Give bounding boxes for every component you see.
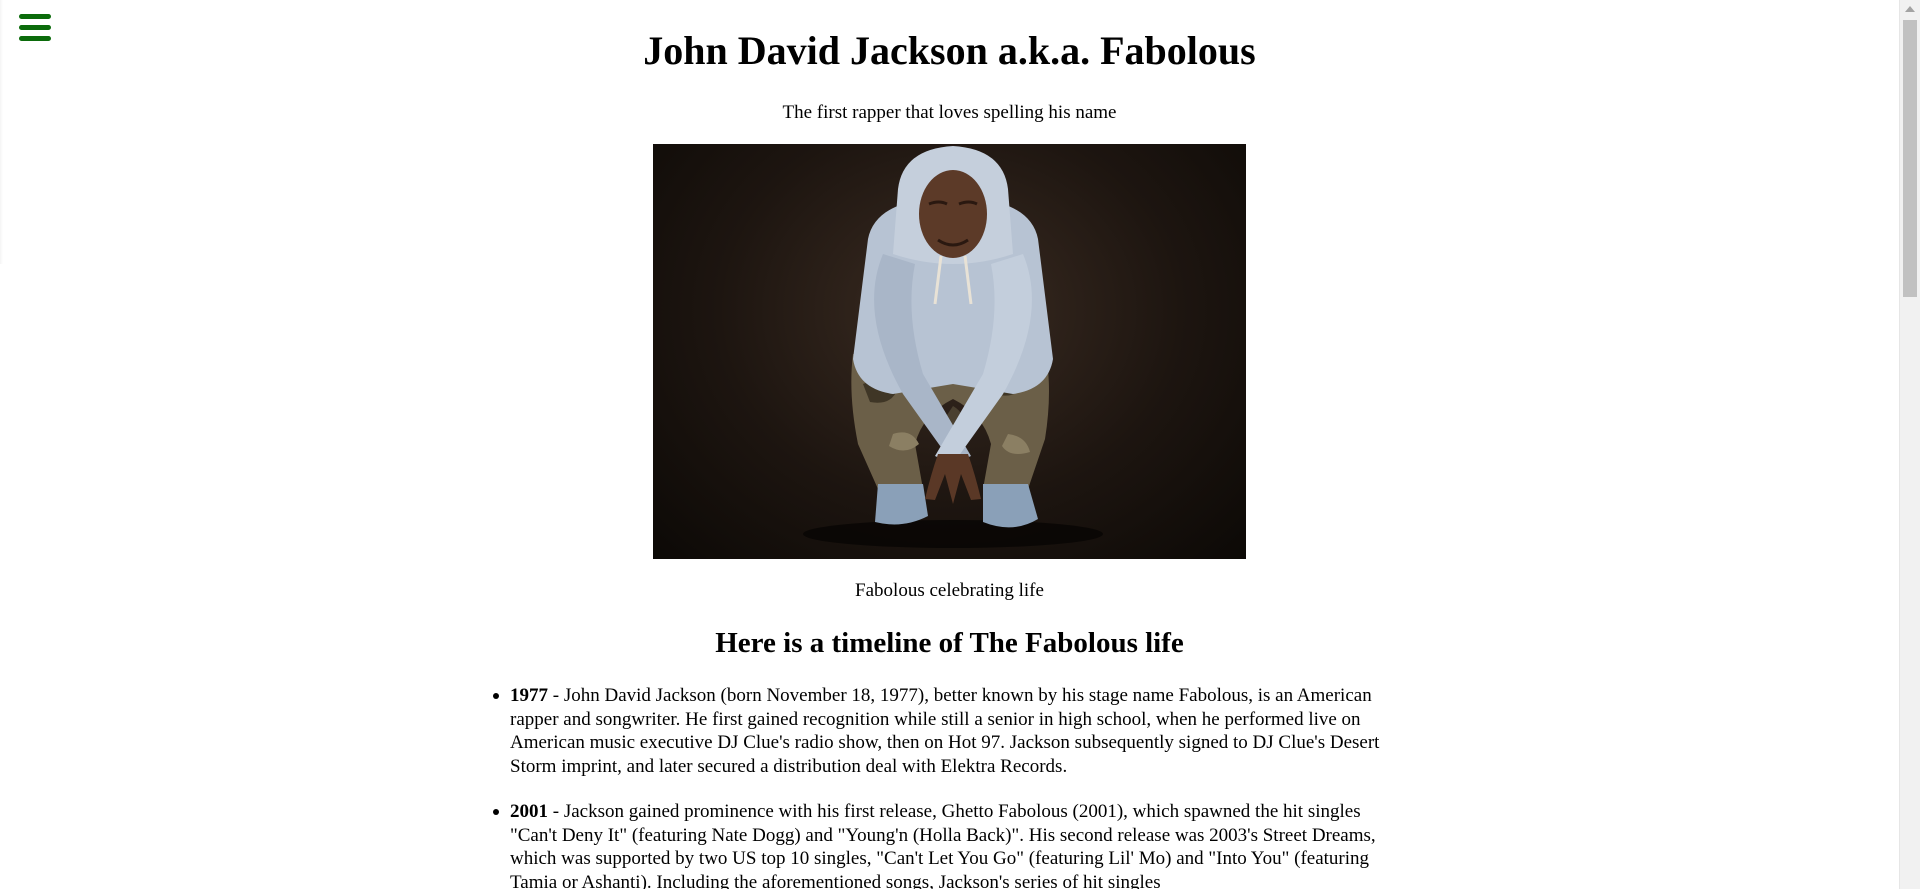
rapper-photo-illustration [803,146,1103,548]
timeline-year: 2001 [510,801,548,822]
timeline-heading: Here is a timeline of The Fabolous life [715,627,1184,659]
list-item: 1977 - John David Jackson (born November… [493,684,1390,778]
tagline: The first rapper that loves spelling his… [782,102,1117,123]
list-item: 2001 - Jackson gained prominence with hi… [493,800,1390,889]
timeline-text: - John David Jackson (born November 18, … [510,685,1380,777]
timeline-list: 1977 - John David Jackson (born November… [493,684,1390,889]
image-caption: Fabolous celebrating life [855,580,1044,601]
page: John David Jackson a.k.a. Fabolous The f… [0,0,1920,889]
timeline-text: - Jackson gained prominence with his fir… [510,801,1376,889]
scrollbar-thumb[interactable] [1903,20,1917,297]
timeline-year: 1977 [510,685,548,706]
page-title: John David Jackson a.k.a. Fabolous [643,28,1256,73]
vertical-scrollbar[interactable] [1899,0,1920,889]
menu-bar [19,14,51,19]
scroll-up-arrow-icon[interactable] [1905,6,1915,12]
tribute-image [653,144,1246,559]
